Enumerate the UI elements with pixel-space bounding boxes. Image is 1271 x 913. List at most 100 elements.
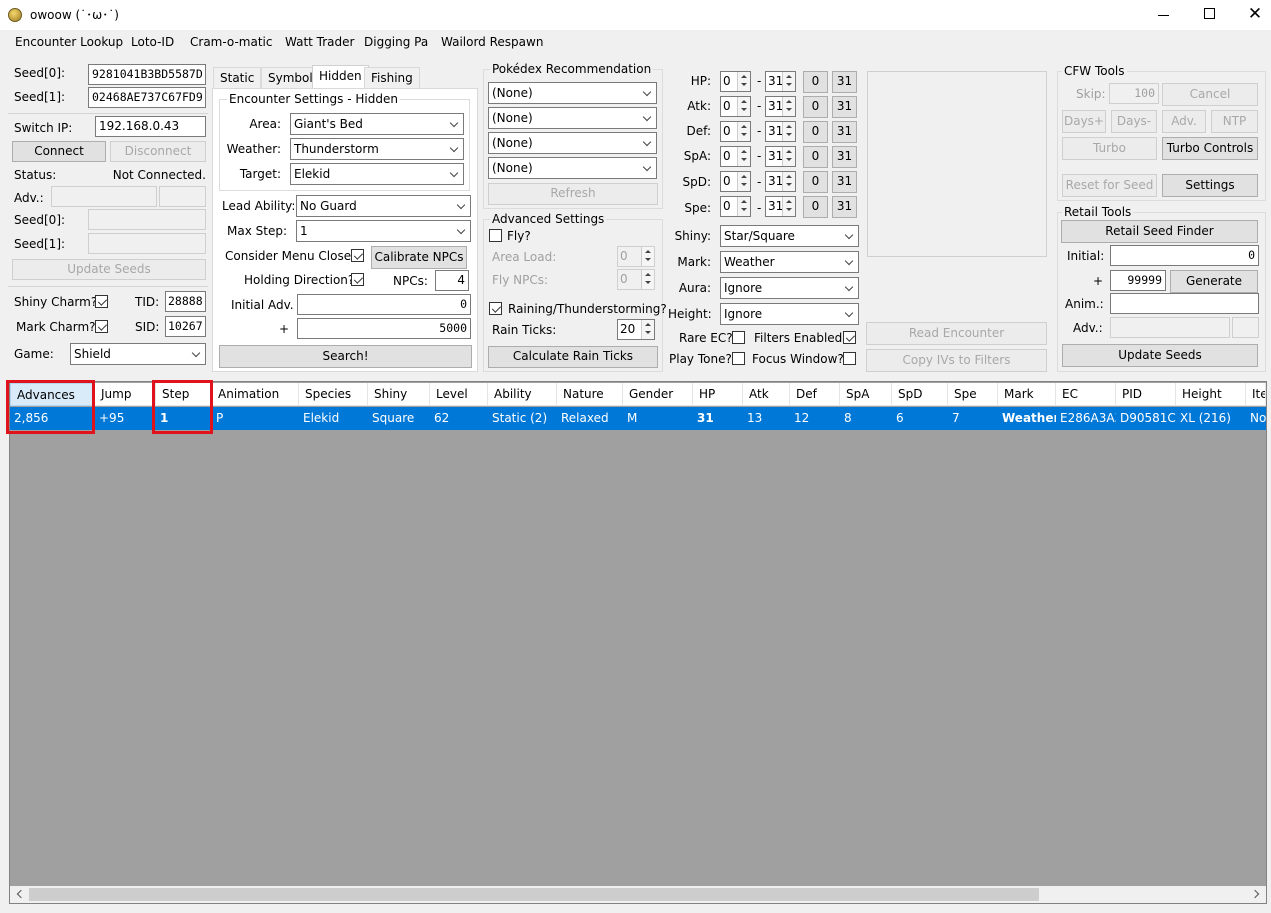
iv-max-atk[interactable]: 31 (765, 96, 796, 117)
iv-max-button-spa[interactable]: 31 (832, 146, 857, 168)
iv-zero-button-def[interactable]: 0 (803, 121, 828, 143)
tid-input[interactable]: 28888 (165, 291, 206, 312)
generate-button[interactable]: Generate (1170, 270, 1258, 293)
menu-digging-pa[interactable]: Digging Pa (364, 35, 428, 49)
menu-watt-trader[interactable]: Watt Trader (285, 35, 354, 49)
fly-npcs-spinner[interactable]: 0 (617, 269, 655, 290)
iv-min-hp[interactable]: 0 (720, 71, 751, 92)
column-header-pid[interactable]: PID (1116, 383, 1176, 406)
fly-checkbox[interactable] (489, 229, 502, 242)
read-encounter-button[interactable]: Read Encounter (866, 322, 1047, 345)
menu-wailord-respawn[interactable]: Wailord Respawn (441, 35, 543, 49)
game-select[interactable]: Shield (70, 343, 206, 365)
iv-max-def[interactable]: 31 (765, 121, 796, 142)
weather-select[interactable]: Thunderstorm (290, 138, 464, 160)
turbo-controls-button[interactable]: Turbo Controls (1162, 137, 1258, 160)
disconnect-button[interactable]: Disconnect (110, 141, 206, 162)
dex-select-4[interactable]: (None) (488, 157, 657, 179)
retail-max-input[interactable]: 99999 (1110, 270, 1166, 291)
iv-max-button-spe[interactable]: 31 (832, 196, 857, 218)
conn-seed0-input[interactable] (88, 209, 206, 230)
anim-input[interactable] (1110, 293, 1259, 314)
skip-input[interactable]: 100 (1109, 83, 1159, 104)
column-header-spe[interactable]: Spe (948, 383, 998, 406)
column-header-animation[interactable]: Animation (212, 383, 299, 406)
rain-ticks-spinner[interactable]: 20 (617, 319, 655, 340)
tab-static[interactable]: Static (213, 67, 262, 88)
area-select[interactable]: Giant's Bed (290, 113, 464, 135)
adv-input[interactable] (51, 186, 157, 207)
mark-filter-select[interactable]: Weather (720, 251, 859, 273)
initial-input[interactable]: 0 (1110, 245, 1259, 266)
sid-input[interactable]: 10267 (165, 316, 206, 337)
iv-min-spa[interactable]: 0 (720, 146, 751, 167)
area-load-spinner[interactable]: 0 (617, 246, 655, 267)
scroll-right-icon[interactable] (1249, 886, 1266, 903)
max-adv-input[interactable]: 5000 (297, 318, 471, 339)
adv-button[interactable]: Adv. (1162, 110, 1206, 133)
refresh-button[interactable]: Refresh (488, 183, 658, 205)
menu-loto-id[interactable]: Loto-ID (131, 35, 174, 49)
iv-zero-button-hp[interactable]: 0 (803, 71, 828, 93)
shiny-filter-select[interactable]: Star/Square (720, 225, 859, 247)
initial-adv-input[interactable]: 0 (297, 294, 471, 315)
turbo-button[interactable]: Turbo (1062, 137, 1157, 160)
max-step-select[interactable]: 1 (296, 220, 471, 242)
height-filter-select[interactable]: Ignore (720, 303, 859, 325)
tab-symbol[interactable]: Symbol (261, 67, 320, 88)
retail-adv-input-2[interactable] (1232, 317, 1259, 338)
column-header-ability[interactable]: Ability (488, 383, 557, 406)
column-header-level[interactable]: Level (430, 383, 488, 406)
target-select[interactable]: Elekid (290, 163, 464, 185)
rare-ec-checkbox[interactable] (732, 331, 745, 344)
iv-max-spa[interactable]: 31 (765, 146, 796, 167)
iv-max-button-spd[interactable]: 31 (832, 171, 857, 193)
iv-min-def[interactable]: 0 (720, 121, 751, 142)
scroll-left-icon[interactable] (12, 886, 29, 903)
column-header-hp[interactable]: HP (693, 383, 743, 406)
mark-charm-checkbox[interactable] (95, 320, 108, 333)
column-header-spa[interactable]: SpA (840, 383, 892, 406)
menu-close-checkbox[interactable] (351, 249, 364, 262)
iv-zero-button-spd[interactable]: 0 (803, 171, 828, 193)
retail-update-seeds-button[interactable]: Update Seeds (1062, 344, 1258, 367)
iv-zero-button-atk[interactable]: 0 (803, 96, 828, 118)
days-minus-button[interactable]: Days- (1111, 110, 1157, 133)
maximize-icon[interactable] (1194, 0, 1224, 30)
column-header-nature[interactable]: Nature (557, 383, 623, 406)
seed0-input[interactable]: 9281041B3BD5587D (88, 64, 206, 85)
update-seeds-button[interactable]: Update Seeds (12, 259, 206, 280)
column-header-ite[interactable]: Ite (1246, 383, 1266, 406)
menu-cram-o-matic[interactable]: Cram-o-matic (190, 35, 272, 49)
holding-direction-checkbox[interactable] (351, 273, 364, 286)
lead-ability-select[interactable]: No Guard (296, 195, 471, 217)
scroll-thumb[interactable] (29, 888, 1039, 901)
days-plus-button[interactable]: Days+ (1062, 110, 1106, 133)
dex-select-3[interactable]: (None) (488, 132, 657, 154)
iv-max-spd[interactable]: 31 (765, 171, 796, 192)
column-header-height[interactable]: Height (1176, 383, 1246, 406)
switch-ip-input[interactable]: 192.168.0.43 (95, 116, 206, 137)
calculate-rain-ticks-button[interactable]: Calculate Rain Ticks (488, 346, 658, 368)
iv-max-button-hp[interactable]: 31 (832, 71, 857, 93)
iv-zero-button-spe[interactable]: 0 (803, 196, 828, 218)
column-header-jump[interactable]: Jump (95, 383, 156, 406)
column-header-ec[interactable]: EC (1056, 383, 1116, 406)
conn-seed1-input[interactable] (88, 233, 206, 254)
column-header-spd[interactable]: SpD (892, 383, 948, 406)
filters-enabled-checkbox[interactable] (843, 331, 856, 344)
settings-button[interactable]: Settings (1162, 174, 1258, 197)
column-header-def[interactable]: Def (790, 383, 840, 406)
focus-window-checkbox[interactable] (843, 352, 856, 365)
column-header-shiny[interactable]: Shiny (368, 383, 430, 406)
copy-ivs-button[interactable]: Copy IVs to Filters (866, 349, 1047, 372)
iv-max-button-atk[interactable]: 31 (832, 96, 857, 118)
retail-adv-input[interactable] (1110, 317, 1230, 338)
iv-min-spd[interactable]: 0 (720, 171, 751, 192)
adv-input-2[interactable] (159, 186, 206, 207)
shiny-charm-checkbox[interactable] (95, 295, 108, 308)
menu-encounter-lookup[interactable]: Encounter Lookup (15, 35, 123, 49)
connect-button[interactable]: Connect (12, 141, 106, 162)
calibrate-npcs-button[interactable]: Calibrate NPCs (371, 246, 467, 269)
search-button[interactable]: Search! (219, 345, 472, 368)
